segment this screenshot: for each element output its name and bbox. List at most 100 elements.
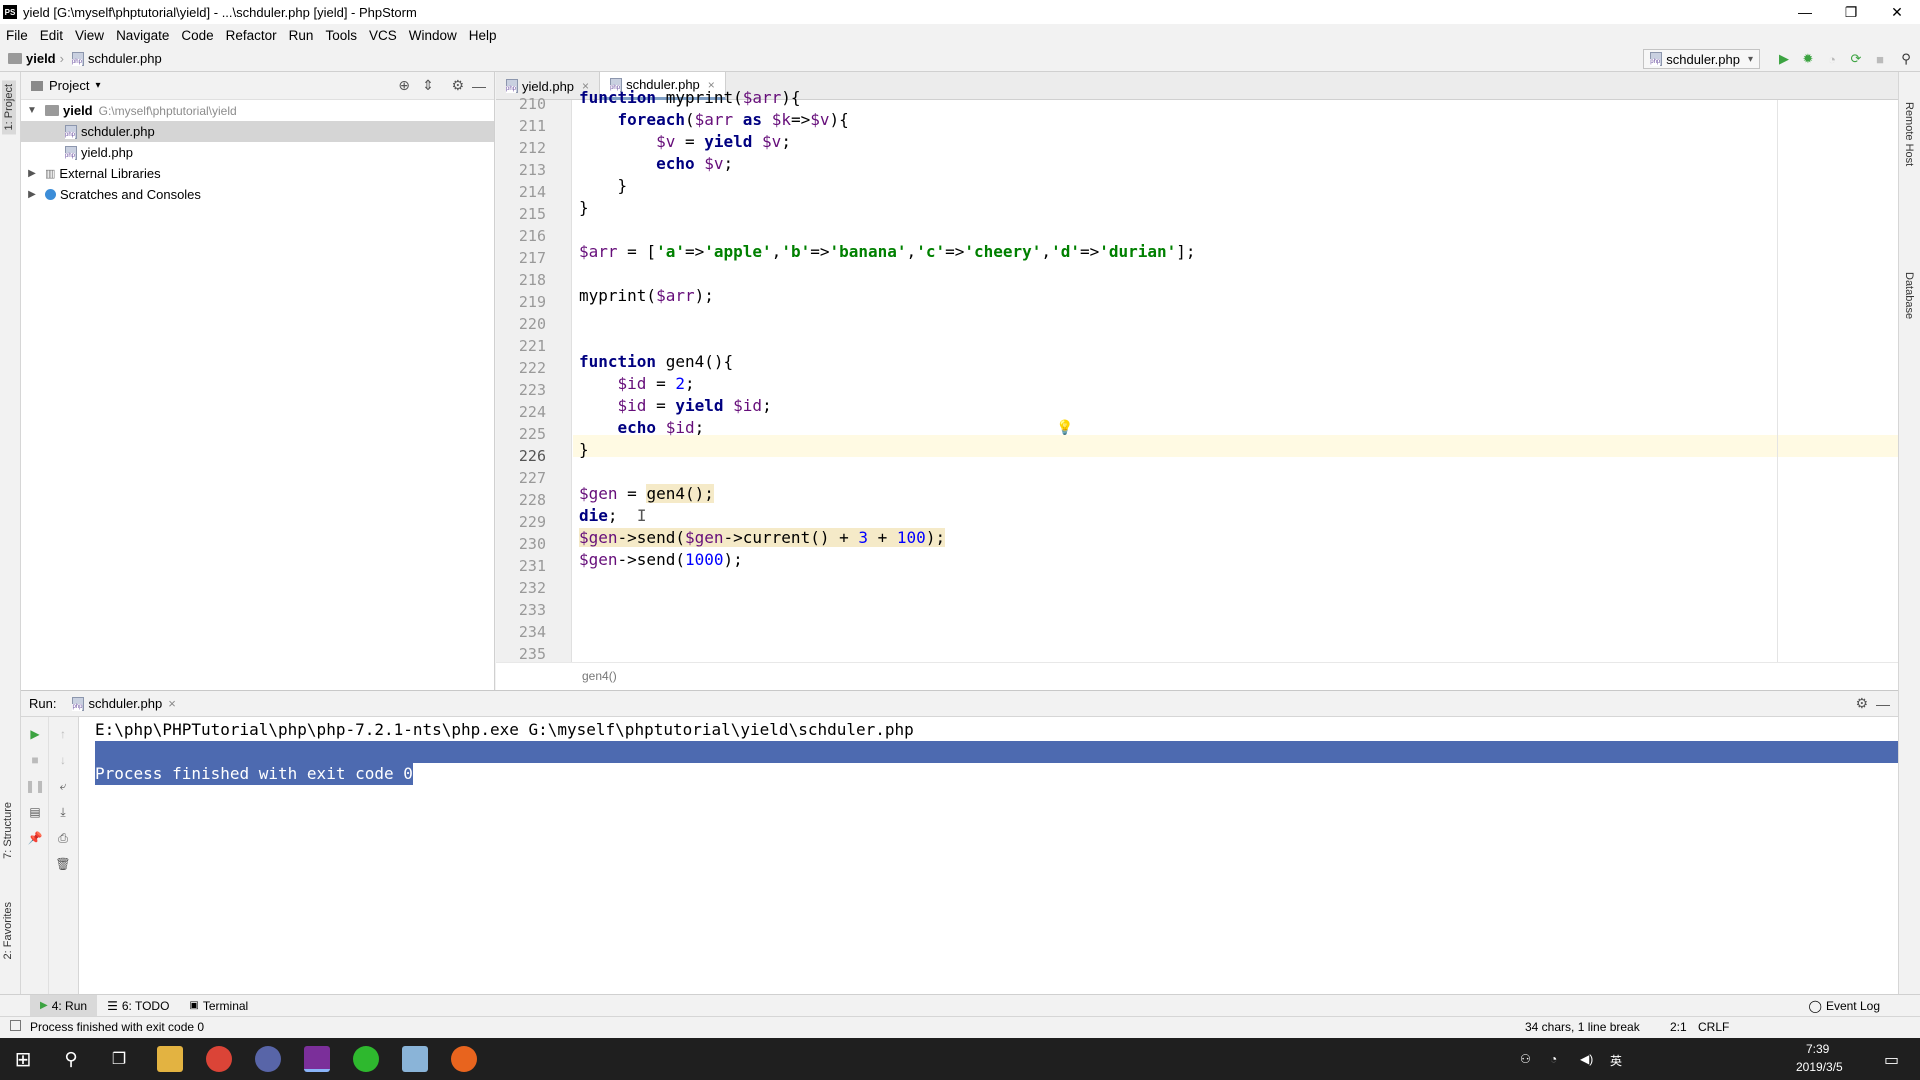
project-view-icon xyxy=(31,80,43,91)
notifications-icon[interactable]: ▭ xyxy=(1884,1050,1899,1070)
up-arrow-icon[interactable]: ↑ xyxy=(56,727,70,741)
tree-item-root[interactable]: ▼ yield G:\myself\phptutorial\yield xyxy=(21,100,494,121)
tree-item-yield[interactable]: yield.php xyxy=(21,142,494,163)
tab-structure[interactable]: 7: Structure xyxy=(2,802,14,859)
menu-tools[interactable]: Tools xyxy=(325,28,357,43)
line-number: 233 xyxy=(518,601,546,619)
task-view-icon[interactable]: ❐ xyxy=(106,1046,132,1072)
menu-code[interactable]: Code xyxy=(181,28,213,43)
breadcrumb-function[interactable]: gen4() xyxy=(582,669,617,683)
gear-icon[interactable]: ⚙ xyxy=(451,77,464,94)
tab-terminal[interactable]: ▣ Terminal xyxy=(179,995,258,1017)
minimize-button[interactable]: — xyxy=(1782,0,1828,24)
stop-icon[interactable]: ■ xyxy=(1872,51,1888,67)
tab-database[interactable]: Database xyxy=(1903,272,1915,319)
run-icon[interactable]: ▶ xyxy=(1776,51,1792,67)
trash-icon[interactable]: 🗑 xyxy=(55,857,70,871)
clock-date[interactable]: 2019/3/5 xyxy=(1796,1060,1843,1074)
hide-icon[interactable]: — xyxy=(1876,696,1890,712)
phpstorm-taskbar-icon[interactable] xyxy=(304,1046,330,1072)
close-icon[interactable]: × xyxy=(168,696,176,711)
print-icon[interactable]: ⎙ xyxy=(56,831,70,845)
coverage-icon[interactable]: ◔ xyxy=(1824,51,1840,67)
window-title: yield [G:\myself\phptutorial\yield] - ..… xyxy=(23,4,417,20)
tab-run[interactable]: ▶ 4: Run xyxy=(30,994,98,1017)
scroll-to-end-icon[interactable]: ⤓ xyxy=(56,805,70,819)
browser-icon[interactable] xyxy=(451,1046,477,1072)
code-line-232: $gen->send(1000); xyxy=(579,550,743,569)
tab-favorites[interactable]: 2: Favorites xyxy=(2,902,14,959)
hide-icon[interactable]: — xyxy=(472,78,486,94)
chevron-right-icon[interactable]: ▶ xyxy=(25,189,39,200)
event-log-button[interactable]: ◯ Event Log xyxy=(1799,995,1890,1017)
run-configuration-select[interactable]: schduler.php ▾ xyxy=(1643,49,1760,69)
menu-file[interactable]: File xyxy=(6,28,28,43)
event-log-icon: ◯ xyxy=(1808,998,1822,1013)
app-icon[interactable] xyxy=(255,1046,281,1072)
chevron-down-icon[interactable]: ▼ xyxy=(25,105,39,116)
volume-icon[interactable]: ◀) xyxy=(1580,1052,1593,1066)
right-tool-strip: Remote Host Database xyxy=(1898,72,1920,994)
line-number: 221 xyxy=(518,337,546,355)
toggle-tool-windows-icon[interactable] xyxy=(10,1020,21,1031)
maximize-button[interactable]: ❐ xyxy=(1828,0,1874,24)
stop-icon[interactable]: ■ xyxy=(28,753,42,767)
cursor-position[interactable]: 2:1 xyxy=(1670,1020,1687,1034)
chrome-icon[interactable] xyxy=(206,1046,232,1072)
line-separator[interactable]: CRLF xyxy=(1698,1020,1729,1034)
line-number: 220 xyxy=(518,315,546,333)
menu-navigate[interactable]: Navigate xyxy=(116,28,169,43)
tree-item-schduler[interactable]: schduler.php xyxy=(21,121,494,142)
chevron-down-icon[interactable]: ▾ xyxy=(95,80,100,91)
layout-icon[interactable]: ▤ xyxy=(28,805,42,819)
collapse-all-icon[interactable]: ⇕ xyxy=(422,77,434,94)
media-icon[interactable] xyxy=(353,1046,379,1072)
tree-item-external-libraries[interactable]: ▶ ▥ External Libraries xyxy=(21,163,494,184)
close-button[interactable]: ✕ xyxy=(1874,0,1920,24)
selection-info: 34 chars, 1 line break xyxy=(1525,1020,1640,1034)
notepad-icon[interactable] xyxy=(402,1046,428,1072)
tree-item-scratches[interactable]: ▶ Scratches and Consoles xyxy=(21,184,494,205)
menu-help[interactable]: Help xyxy=(469,28,497,43)
locate-icon[interactable]: ⊕ xyxy=(398,77,410,94)
pin-icon[interactable]: 📌 xyxy=(28,831,43,845)
chevron-right-icon[interactable]: ▶ xyxy=(25,168,39,179)
chevron-down-icon: ▾ xyxy=(1747,53,1753,65)
clock-time[interactable]: 7:39 xyxy=(1806,1042,1829,1056)
run-tab[interactable]: schduler.php × xyxy=(72,696,176,711)
gear-icon[interactable]: ⚙ xyxy=(1855,695,1868,712)
project-view-select[interactable]: Project xyxy=(49,78,89,93)
soft-wrap-icon[interactable]: ⤶ xyxy=(56,779,70,793)
debug-icon[interactable]: ✹ xyxy=(1800,51,1816,67)
search-icon[interactable]: ⚲ xyxy=(1898,51,1914,67)
tab-project[interactable]: 1: Project xyxy=(2,80,16,135)
status-message: Process finished with exit code 0 xyxy=(30,1020,205,1034)
lightbulb-icon[interactable]: 💡 xyxy=(1056,417,1073,439)
ime-icon[interactable]: 英 xyxy=(1610,1052,1622,1069)
menu-window[interactable]: Window xyxy=(409,28,457,43)
breadcrumb-file[interactable]: schduler.php xyxy=(71,51,162,66)
menu-edit[interactable]: Edit xyxy=(40,28,63,43)
breadcrumb-project[interactable]: yield xyxy=(8,51,56,66)
person-icon[interactable]: ⚇ xyxy=(1520,1052,1531,1066)
current-line-highlight xyxy=(573,435,1898,457)
search-icon[interactable]: ⚲ xyxy=(58,1046,84,1072)
tab-remote-host[interactable]: Remote Host xyxy=(1903,102,1915,166)
menu-vcs[interactable]: VCS xyxy=(369,28,397,43)
network-icon[interactable]: ◔ xyxy=(1550,1052,1557,1066)
down-arrow-icon[interactable]: ↓ xyxy=(56,753,70,767)
menu-bar: File Edit View Navigate Code Refactor Ru… xyxy=(0,24,1920,46)
file-explorer-icon[interactable] xyxy=(157,1046,183,1072)
attach-icon[interactable]: ⟳ xyxy=(1848,51,1864,67)
library-icon: ▥ xyxy=(45,168,56,180)
menu-run[interactable]: Run xyxy=(289,28,314,43)
console-output[interactable]: E:\php\PHPTutorial\php\php-7.2.1-nts\php… xyxy=(79,717,1898,995)
rerun-icon[interactable]: ▶ xyxy=(28,727,42,741)
pause-icon[interactable]: ❚❚ xyxy=(25,779,45,793)
editor[interactable]: yield.php × schduler.php × 2102112122132… xyxy=(496,72,1898,690)
menu-view[interactable]: View xyxy=(75,28,104,43)
tab-todo[interactable]: ☰ 6: TODO xyxy=(97,995,179,1017)
windows-start-icon[interactable]: ⊞ xyxy=(10,1046,36,1072)
line-number: 232 xyxy=(518,579,546,597)
menu-refactor[interactable]: Refactor xyxy=(226,28,277,43)
